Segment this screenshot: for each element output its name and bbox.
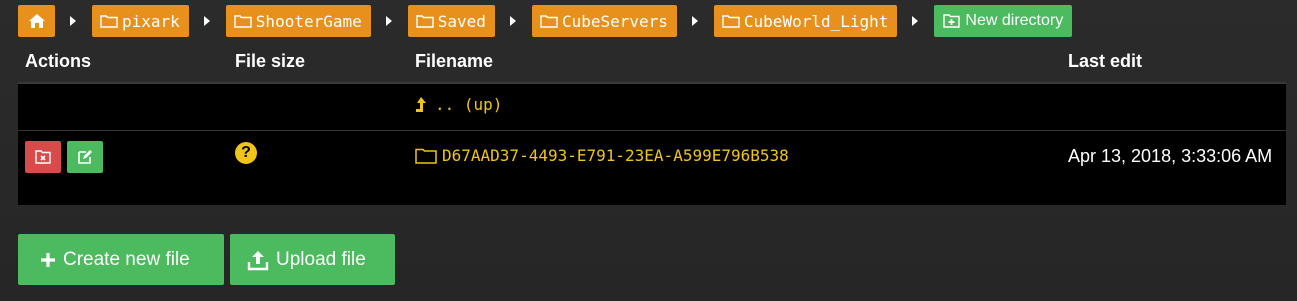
upload-file-label: Upload file — [276, 248, 366, 270]
parent-directory-label: .. (up) — [435, 95, 503, 114]
new-folder-icon — [943, 14, 961, 28]
breadcrumb-separator — [70, 16, 76, 26]
parent-directory-link[interactable]: .. (up) — [415, 95, 502, 114]
breadcrumb-separator — [912, 16, 919, 26]
table-header: Actions File size Filename Last edit — [18, 42, 1286, 82]
file-manager-page: pixark ShooterGame Saved CubeServers Cub… — [0, 0, 1297, 301]
header-filename: Filename — [415, 51, 494, 71]
file-table: Actions File size Filename Last edit .. … — [18, 42, 1286, 205]
table-row: ? D67AAD37-4493-E791-23EA-A599E796B538 A… — [18, 130, 1286, 205]
breadcrumb: pixark ShooterGame Saved CubeServers Cub… — [18, 5, 1073, 37]
breadcrumb-item-label: Saved — [437, 11, 486, 31]
breadcrumb-separator — [385, 16, 392, 26]
breadcrumb-item-label: CubeServers — [561, 11, 668, 31]
question-icon: ? — [235, 142, 257, 164]
folder-icon — [415, 148, 437, 164]
folder-icon — [234, 15, 252, 28]
breadcrumb-item-pixark[interactable]: pixark — [92, 5, 189, 37]
edit-button[interactable] — [67, 141, 103, 173]
breadcrumb-separator — [203, 16, 210, 26]
breadcrumb-separator — [509, 16, 516, 26]
breadcrumb-home[interactable] — [18, 5, 55, 37]
breadcrumb-separator — [691, 16, 698, 26]
edit-icon — [78, 150, 92, 164]
folder-icon — [540, 15, 558, 28]
breadcrumb-item-cubeworld-light[interactable]: CubeWorld_Light — [713, 5, 898, 37]
breadcrumb-item-shootergame[interactable]: ShooterGame — [225, 5, 371, 37]
folder-icon — [100, 15, 118, 28]
folder-icon — [416, 15, 434, 28]
folder-icon — [722, 15, 740, 28]
breadcrumb-item-saved[interactable]: Saved — [407, 5, 495, 37]
last-edit-timestamp: Apr 13, 2018, 3:33:06 AM — [1068, 146, 1273, 166]
new-directory-button[interactable]: New directory — [934, 5, 1073, 37]
filename: D67AAD37-4493-E791-23EA-A599E796B538 — [442, 146, 789, 165]
create-new-file-button[interactable]: Create new file — [18, 234, 224, 285]
file-link[interactable]: D67AAD37-4493-E791-23EA-A599E796B538 — [415, 146, 789, 165]
header-actions: Actions — [25, 51, 92, 71]
breadcrumb-item-cubeservers[interactable]: CubeServers — [531, 5, 677, 37]
breadcrumb-item-label: pixark — [122, 11, 180, 31]
level-up-icon — [416, 96, 426, 112]
header-last-edit: Last edit — [1068, 51, 1143, 71]
delete-folder-icon — [35, 150, 51, 164]
breadcrumb-item-label: ShooterGame — [255, 11, 362, 31]
table-row-up: .. (up) — [18, 82, 1286, 130]
new-directory-label: New directory — [965, 12, 1064, 29]
breadcrumb-item-label: CubeWorld_Light — [743, 11, 889, 31]
create-new-file-label: Create new file — [63, 248, 190, 270]
upload-file-button[interactable]: Upload file — [230, 234, 395, 285]
home-icon — [28, 14, 45, 28]
upload-icon — [247, 249, 269, 271]
plus-icon — [40, 252, 56, 268]
header-file-size: File size — [235, 51, 306, 71]
delete-button[interactable] — [25, 141, 61, 173]
